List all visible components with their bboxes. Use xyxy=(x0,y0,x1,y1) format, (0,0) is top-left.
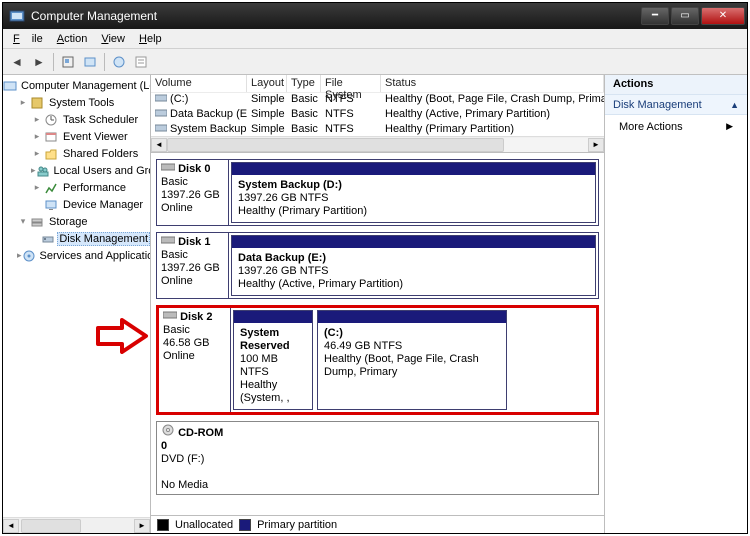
tree-system-tools[interactable]: ▸ System Tools xyxy=(3,94,150,111)
app-icon xyxy=(9,8,25,24)
menu-help[interactable]: Help xyxy=(133,31,168,47)
menubar: File Action View Help xyxy=(3,29,747,49)
volume-list-header[interactable]: Volume Layout Type File System Status xyxy=(151,75,604,93)
volume-row[interactable]: (C:)SimpleBasicNTFSHealthy (Boot, Page F… xyxy=(151,93,604,108)
back-button[interactable]: ◄ xyxy=(7,52,27,72)
volume-row[interactable]: Data Backup (E:)SimpleBasicNTFSHealthy (… xyxy=(151,108,604,123)
tree-storage[interactable]: ▾ Storage xyxy=(3,213,150,230)
col-volume[interactable]: Volume xyxy=(151,75,247,92)
menu-file[interactable]: File xyxy=(7,31,49,47)
navigation-tree-pane: Computer Management (Local ▸ System Tool… xyxy=(3,75,151,533)
menu-view[interactable]: View xyxy=(95,31,131,47)
disk-0[interactable]: Disk 0 Basic 1397.26 GB Online System Ba… xyxy=(156,159,599,226)
tree-performance[interactable]: ▸ Performance xyxy=(3,179,150,196)
cdrom-0-info: CD-ROM 0 DVD (F:) No Media xyxy=(157,422,229,494)
disk-2-info: Disk 2 Basic 46.58 GB Online xyxy=(159,308,231,412)
disk-graphical-view: Disk 0 Basic 1397.26 GB Online System Ba… xyxy=(151,153,604,515)
disk-1-info: Disk 1 Basic 1397.26 GB Online xyxy=(157,233,229,298)
close-button[interactable]: ✕ xyxy=(701,7,745,25)
window-title: Computer Management xyxy=(31,9,641,23)
legend-unallocated-swatch xyxy=(157,519,169,531)
up-button[interactable] xyxy=(58,52,78,72)
tree-disk-management[interactable]: Disk Management xyxy=(3,230,150,247)
tree-services-apps[interactable]: ▸ Services and Applications xyxy=(3,247,150,264)
menu-action[interactable]: Action xyxy=(51,31,94,47)
legend: Unallocated Primary partition xyxy=(151,515,604,533)
disk-0-info: Disk 0 Basic 1397.26 GB Online xyxy=(157,160,229,225)
toolbar: ◄ ► xyxy=(3,49,747,75)
disk-1-partition-0[interactable]: Data Backup (E:) 1397.26 GB NTFS Healthy… xyxy=(231,235,596,296)
tree-root[interactable]: Computer Management (Local xyxy=(3,77,150,94)
titlebar[interactable]: Computer Management ━ ▭ ✕ xyxy=(3,3,747,29)
actions-more[interactable]: More Actions ▶ xyxy=(605,115,747,139)
disk-2-partition-0[interactable]: System Reserved 100 MB NTFS Healthy (Sys… xyxy=(233,310,313,410)
tree-task-scheduler[interactable]: ▸ Task Scheduler xyxy=(3,111,150,128)
disk-0-partition-0[interactable]: System Backup (D:) 1397.26 GB NTFS Healt… xyxy=(231,162,596,223)
col-status[interactable]: Status xyxy=(381,75,604,92)
tree-shared-folders[interactable]: ▸ Shared Folders xyxy=(3,145,150,162)
refresh-button[interactable] xyxy=(80,52,100,72)
disk-2[interactable]: Disk 2 Basic 46.58 GB Online System Rese… xyxy=(156,305,599,415)
volume-list: Volume Layout Type File System Status (C… xyxy=(151,75,604,153)
cdrom-0[interactable]: CD-ROM 0 DVD (F:) No Media xyxy=(156,421,599,495)
actions-section[interactable]: Disk Management ▲ xyxy=(605,95,747,115)
help-button[interactable] xyxy=(109,52,129,72)
chevron-right-icon: ▶ xyxy=(726,121,733,132)
tree-local-users[interactable]: ▸ Local Users and Groups xyxy=(3,162,150,179)
actions-header: Actions xyxy=(605,75,747,95)
legend-primary-label: Primary partition xyxy=(257,519,337,531)
collapse-icon: ▲ xyxy=(730,100,739,110)
maximize-button[interactable]: ▭ xyxy=(671,7,699,25)
legend-unallocated-label: Unallocated xyxy=(175,519,233,531)
col-filesystem[interactable]: File System xyxy=(321,75,381,92)
disk-1[interactable]: Disk 1 Basic 1397.26 GB Online Data Back… xyxy=(156,232,599,299)
volume-horizontal-scrollbar[interactable]: ◄► xyxy=(151,136,604,152)
forward-button[interactable]: ► xyxy=(29,52,49,72)
tree-device-manager[interactable]: Device Manager xyxy=(3,196,150,213)
details-pane: Volume Layout Type File System Status (C… xyxy=(151,75,605,533)
actions-pane: Actions Disk Management ▲ More Actions ▶ xyxy=(605,75,747,533)
tree-horizontal-scrollbar[interactable]: ◄► xyxy=(3,517,150,533)
volume-row[interactable]: System Backup (D:)SimpleBasicNTFSHealthy… xyxy=(151,123,604,136)
tree-event-viewer[interactable]: ▸ Event Viewer xyxy=(3,128,150,145)
col-layout[interactable]: Layout xyxy=(247,75,287,92)
legend-primary-swatch xyxy=(239,519,251,531)
properties-button[interactable] xyxy=(131,52,151,72)
minimize-button[interactable]: ━ xyxy=(641,7,669,25)
disk-2-partition-1[interactable]: (C:) 46.49 GB NTFS Healthy (Boot, Page F… xyxy=(317,310,507,410)
col-type[interactable]: Type xyxy=(287,75,321,92)
computer-management-window: Computer Management ━ ▭ ✕ File Action Vi… xyxy=(2,2,748,534)
